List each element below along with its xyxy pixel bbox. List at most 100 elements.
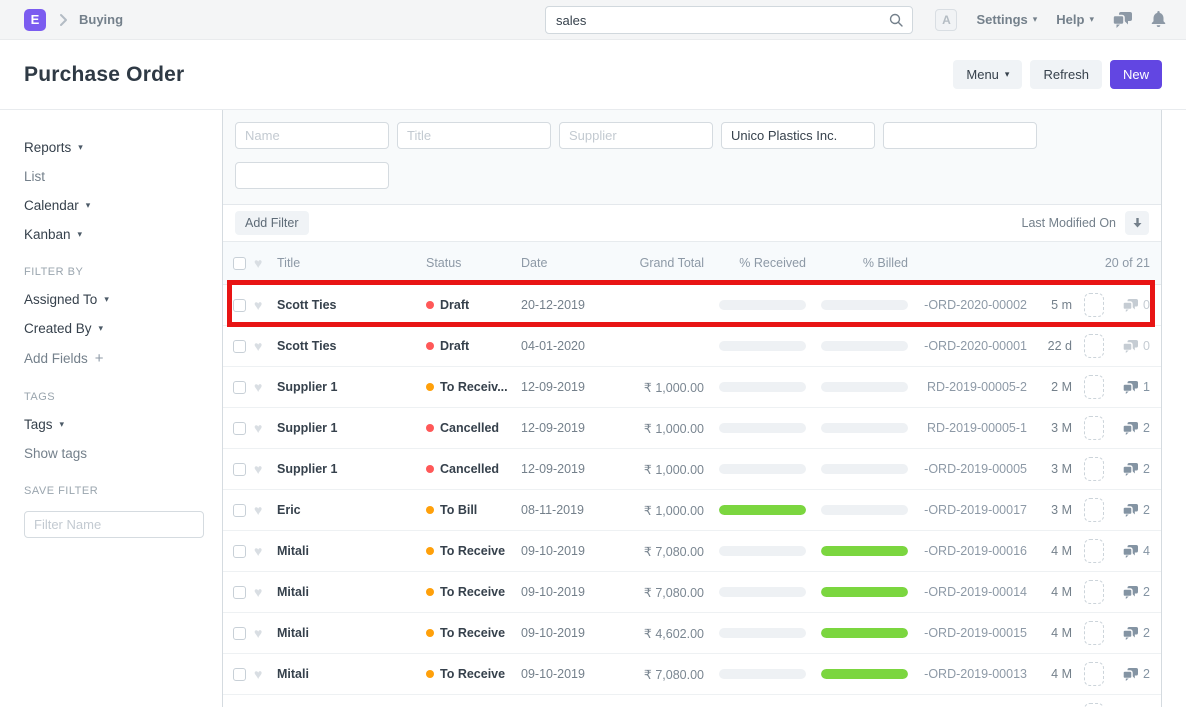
status-indicator[interactable]: To Receive bbox=[426, 585, 521, 599]
status-indicator[interactable]: To Receive bbox=[426, 626, 521, 640]
row-title[interactable]: Supplier 1 bbox=[277, 462, 418, 476]
comment-count[interactable]: 2 bbox=[1110, 503, 1150, 517]
heart-icon[interactable]: ♥ bbox=[254, 298, 268, 312]
comment-count[interactable]: 0 bbox=[1110, 298, 1150, 312]
sidebar-item-assigned-to[interactable]: Assigned To ▾ bbox=[24, 292, 210, 307]
header-grand-total[interactable]: Grand Total bbox=[611, 256, 704, 270]
row-title[interactable]: Mitali bbox=[277, 544, 418, 558]
assign-placeholder[interactable] bbox=[1084, 621, 1104, 645]
sidebar-item-created-by[interactable]: Created By ▾ bbox=[24, 321, 210, 336]
table-row[interactable]: ♥ Supplier 1 Cancelled 12-09-2019 ₹ 1,00… bbox=[223, 408, 1161, 449]
filter-input-extra-2[interactable] bbox=[235, 162, 389, 189]
comment-count[interactable]: 2 bbox=[1110, 421, 1150, 435]
row-checkbox[interactable] bbox=[233, 463, 246, 476]
comment-count[interactable]: 4 bbox=[1110, 544, 1150, 558]
table-row[interactable]: ♥ Scott Ties Draft 20-12-2019 -ORD-2020-… bbox=[223, 285, 1161, 326]
chat-icon[interactable] bbox=[1113, 12, 1132, 28]
status-indicator[interactable]: To Bill bbox=[426, 503, 521, 517]
heart-icon[interactable]: ♥ bbox=[254, 462, 268, 476]
assign-placeholder[interactable] bbox=[1084, 703, 1104, 707]
row-title[interactable]: Supplier 1 bbox=[277, 421, 418, 435]
settings-menu[interactable]: Settings ▾ bbox=[976, 12, 1037, 27]
table-row[interactable]: ♥ Mitali To Receive 09-10-2019 ₹ 7,080.0… bbox=[223, 654, 1161, 695]
comment-count[interactable]: 1 bbox=[1110, 380, 1150, 394]
table-row[interactable]: ♥ Mitali To Receive 09-10-2019 ₹ 7,080.0… bbox=[223, 572, 1161, 613]
heart-icon[interactable]: ♥ bbox=[254, 544, 268, 558]
assign-placeholder[interactable] bbox=[1084, 416, 1104, 440]
row-checkbox[interactable] bbox=[233, 422, 246, 435]
status-indicator[interactable]: To Receive bbox=[426, 667, 521, 681]
row-id[interactable]: -ORD-2019-00005 bbox=[916, 462, 1027, 476]
row-checkbox[interactable] bbox=[233, 668, 246, 681]
filter-input-supplier[interactable] bbox=[559, 122, 713, 149]
sidebar-item-add-fields[interactable]: Add Fields + bbox=[24, 350, 210, 367]
avatar[interactable]: A bbox=[935, 9, 957, 31]
heart-icon[interactable]: ♥ bbox=[254, 256, 268, 270]
comment-count[interactable]: 2 bbox=[1110, 585, 1150, 599]
assign-placeholder[interactable] bbox=[1084, 293, 1104, 317]
status-indicator[interactable]: Cancelled bbox=[426, 421, 521, 435]
status-indicator[interactable]: Draft bbox=[426, 339, 521, 353]
heart-icon[interactable]: ♥ bbox=[254, 667, 268, 681]
assign-placeholder[interactable] bbox=[1084, 498, 1104, 522]
row-title[interactable]: Mitali bbox=[277, 585, 418, 599]
heart-icon[interactable]: ♥ bbox=[254, 585, 268, 599]
new-button[interactable]: New bbox=[1110, 60, 1162, 89]
sidebar-item-list[interactable]: List bbox=[24, 169, 210, 184]
status-indicator[interactable]: To Receiv... bbox=[426, 380, 521, 394]
row-title[interactable]: Eric bbox=[277, 503, 418, 517]
filter-input-extra-1[interactable] bbox=[883, 122, 1037, 149]
row-title[interactable]: Mitali bbox=[277, 667, 418, 681]
row-id[interactable]: -ORD-2019-00016 bbox=[916, 544, 1027, 558]
row-checkbox[interactable] bbox=[233, 627, 246, 640]
header-date[interactable]: Date bbox=[521, 256, 611, 270]
filter-input-supplier-name[interactable] bbox=[721, 122, 875, 149]
row-checkbox[interactable] bbox=[233, 340, 246, 353]
row-checkbox[interactable] bbox=[233, 299, 246, 312]
filter-input-name[interactable] bbox=[235, 122, 389, 149]
table-row[interactable]: ♥ Supplier 1 To Receiv... 12-09-2019 ₹ 1… bbox=[223, 367, 1161, 408]
add-filter-button[interactable]: Add Filter bbox=[235, 211, 309, 235]
row-title[interactable]: Scott Ties bbox=[277, 339, 418, 353]
search-icon[interactable] bbox=[888, 12, 904, 28]
assign-placeholder[interactable] bbox=[1084, 580, 1104, 604]
heart-icon[interactable]: ♥ bbox=[254, 503, 268, 517]
row-id[interactable]: -ORD-2020-00002 bbox=[916, 298, 1027, 312]
table-row[interactable]: ♥ Eric To Bill 08-11-2019 ₹ 1,000.00 -OR… bbox=[223, 490, 1161, 531]
assign-placeholder[interactable] bbox=[1084, 334, 1104, 358]
row-checkbox[interactable] bbox=[233, 545, 246, 558]
header-title[interactable]: Title bbox=[277, 256, 418, 270]
filter-name-input[interactable] bbox=[24, 511, 204, 538]
row-checkbox[interactable] bbox=[233, 586, 246, 599]
sidebar-item-tags[interactable]: Tags ▾ bbox=[24, 417, 210, 432]
sidebar-item-kanban[interactable]: Kanban▾ bbox=[24, 227, 210, 242]
status-indicator[interactable]: Draft bbox=[426, 298, 521, 312]
table-row[interactable] bbox=[223, 695, 1161, 707]
help-menu[interactable]: Help ▾ bbox=[1056, 12, 1094, 27]
header-received[interactable]: % Received bbox=[719, 256, 806, 270]
row-title[interactable]: Scott Ties bbox=[277, 298, 418, 312]
row-checkbox[interactable] bbox=[233, 504, 246, 517]
table-row[interactable]: ♥ Supplier 1 Cancelled 12-09-2019 ₹ 1,00… bbox=[223, 449, 1161, 490]
row-id[interactable]: -ORD-2019-00017 bbox=[916, 503, 1027, 517]
sidebar-item-reports[interactable]: Reports▾ bbox=[24, 140, 210, 155]
notifications-bell-icon[interactable] bbox=[1151, 11, 1166, 28]
heart-icon[interactable]: ♥ bbox=[254, 626, 268, 640]
row-id[interactable]: RD-2019-00005-1 bbox=[916, 421, 1027, 435]
comment-count[interactable]: 0 bbox=[1110, 339, 1150, 353]
comment-count[interactable]: 2 bbox=[1110, 667, 1150, 681]
table-row[interactable]: ♥ Scott Ties Draft 04-01-2020 -ORD-2020-… bbox=[223, 326, 1161, 367]
heart-icon[interactable]: ♥ bbox=[254, 421, 268, 435]
assign-placeholder[interactable] bbox=[1084, 457, 1104, 481]
row-title[interactable]: Mitali bbox=[277, 626, 418, 640]
heart-icon[interactable]: ♥ bbox=[254, 380, 268, 394]
app-logo[interactable]: E bbox=[24, 9, 46, 31]
comment-count[interactable]: 2 bbox=[1110, 626, 1150, 640]
row-checkbox[interactable] bbox=[233, 381, 246, 394]
header-status[interactable]: Status bbox=[426, 256, 521, 270]
menu-button[interactable]: Menu ▾ bbox=[953, 60, 1022, 89]
status-indicator[interactable]: Cancelled bbox=[426, 462, 521, 476]
sidebar-item-show-tags[interactable]: Show tags bbox=[24, 446, 210, 461]
select-all-checkbox[interactable] bbox=[233, 257, 246, 270]
assign-placeholder[interactable] bbox=[1084, 662, 1104, 686]
